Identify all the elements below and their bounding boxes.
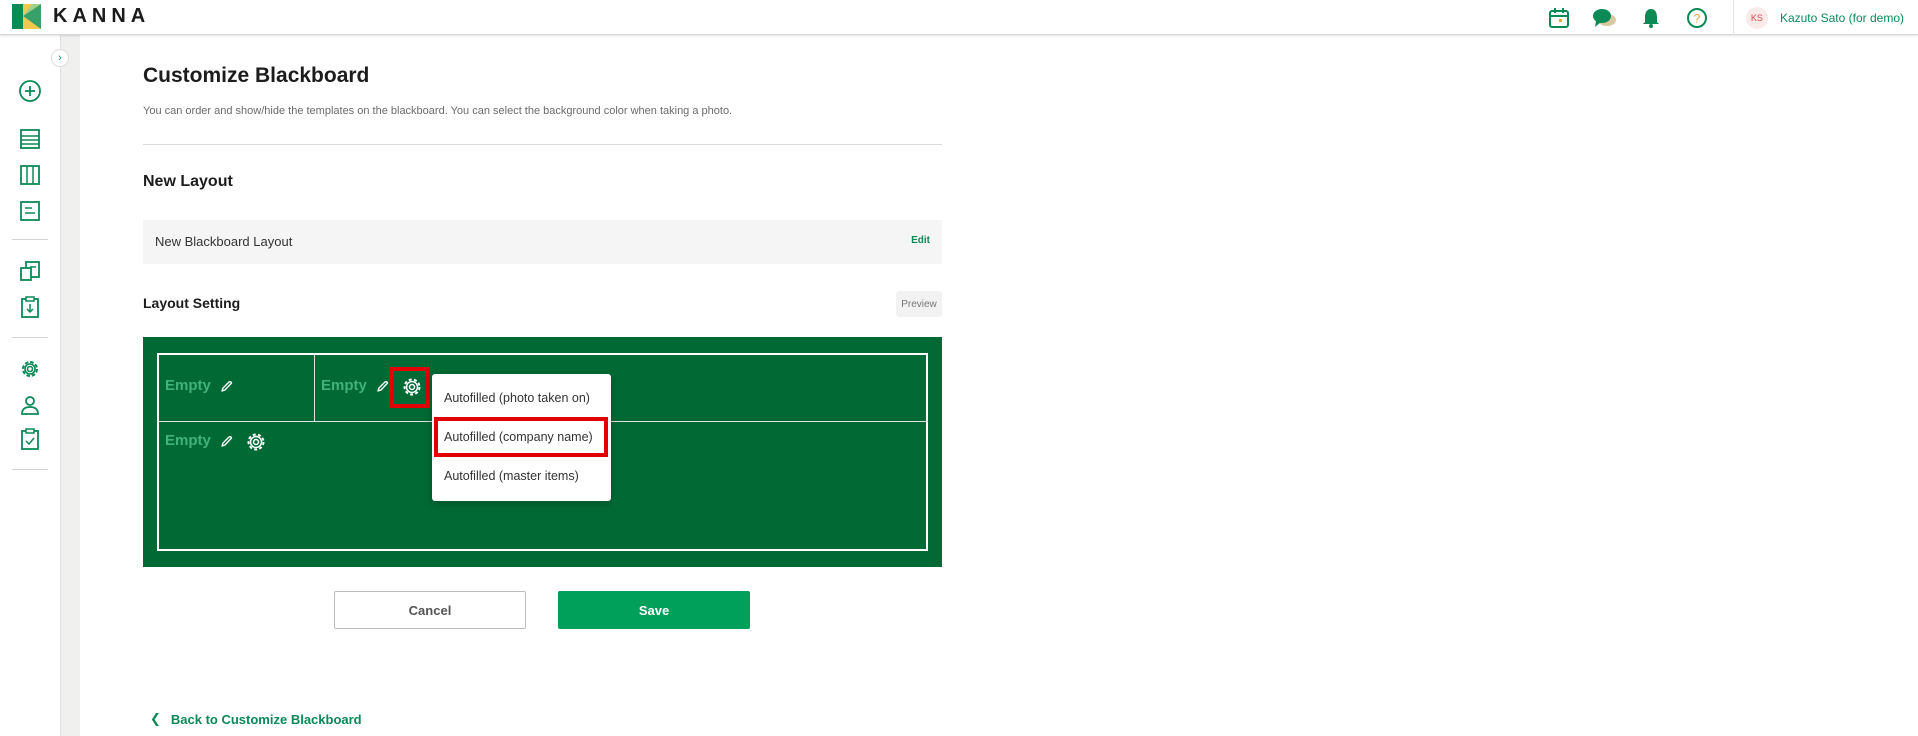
dropdown-highlight-box — [434, 417, 608, 457]
dropdown-item-master-items[interactable]: Autofilled (master items) — [432, 458, 611, 494]
help-icon[interactable]: ? — [1683, 4, 1711, 32]
cell-2-label[interactable]: Empty — [321, 377, 367, 394]
report-icon[interactable] — [16, 197, 44, 225]
sidebar-divider — [12, 239, 48, 240]
kanna-logo[interactable]: KANNA — [12, 4, 150, 29]
cell-divider — [314, 355, 315, 421]
pencil-icon[interactable] — [219, 435, 233, 449]
page-description: You can order and show/hide the template… — [143, 105, 733, 117]
calendar-icon[interactable] — [1545, 4, 1573, 32]
user-name: Kazuto Sato (for demo) — [1779, 10, 1904, 25]
layout-name: New Blackboard Layout — [155, 234, 293, 249]
preview-button[interactable]: Preview — [896, 291, 942, 317]
documents-icon[interactable] — [16, 257, 44, 285]
clipboard-download-icon[interactable] — [16, 293, 44, 321]
sidebar-toggle-button[interactable]: › — [51, 49, 69, 67]
gear-icon[interactable] — [245, 431, 267, 453]
logo-text: KANNA — [53, 5, 151, 27]
page-title: Customize Blackboard — [143, 64, 370, 87]
back-link-label: Back to Customize Blackboard — [170, 711, 362, 727]
cancel-button[interactable]: Cancel — [334, 591, 526, 629]
pencil-icon[interactable] — [219, 380, 233, 394]
avatar: KS — [1745, 6, 1768, 29]
cell-3-label[interactable]: Empty — [165, 432, 211, 449]
header-actions: ? KS Kazuto Sato (for demo) — [1545, 0, 1918, 35]
sidebar-divider — [12, 337, 48, 338]
settings-icon[interactable] — [16, 355, 44, 383]
kanna-logo-mark-icon — [12, 4, 41, 29]
cell-1-label[interactable]: Empty — [165, 377, 211, 394]
edit-link[interactable]: Edit — [911, 235, 930, 246]
back-link[interactable]: ❮ Back to Customize Blackboard — [150, 711, 362, 727]
top-header: KANNA ? KS Kazuto Sato (for demo) — [0, 0, 1918, 35]
sidebar-divider — [12, 469, 48, 470]
list-icon[interactable] — [16, 125, 44, 153]
sidebar: › — [0, 35, 69, 736]
user-icon[interactable] — [16, 391, 44, 419]
layout-setting-title: Layout Setting — [143, 295, 241, 311]
clipboard-check-icon[interactable] — [16, 425, 44, 453]
board-icon[interactable] — [16, 161, 44, 189]
header-divider — [1732, 0, 1734, 35]
dropdown-item-photo-taken-on[interactable]: Autofilled (photo taken on) — [432, 380, 611, 416]
user-menu[interactable]: KS Kazuto Sato (for demo) — [1745, 6, 1904, 29]
divider — [143, 144, 942, 145]
add-icon[interactable] — [16, 77, 44, 105]
layout-section-title: New Layout — [143, 173, 233, 190]
layout-name-row: New Blackboard Layout Edit — [143, 220, 942, 264]
svg-text:?: ? — [1694, 11, 1701, 25]
bell-icon[interactable] — [1637, 4, 1665, 32]
chevron-left-icon: ❮ — [150, 711, 161, 726]
pencil-icon[interactable] — [375, 380, 389, 394]
save-button[interactable]: Save — [558, 591, 750, 629]
gear-highlight-box — [389, 367, 429, 408]
chat-icon[interactable] — [1591, 4, 1619, 32]
